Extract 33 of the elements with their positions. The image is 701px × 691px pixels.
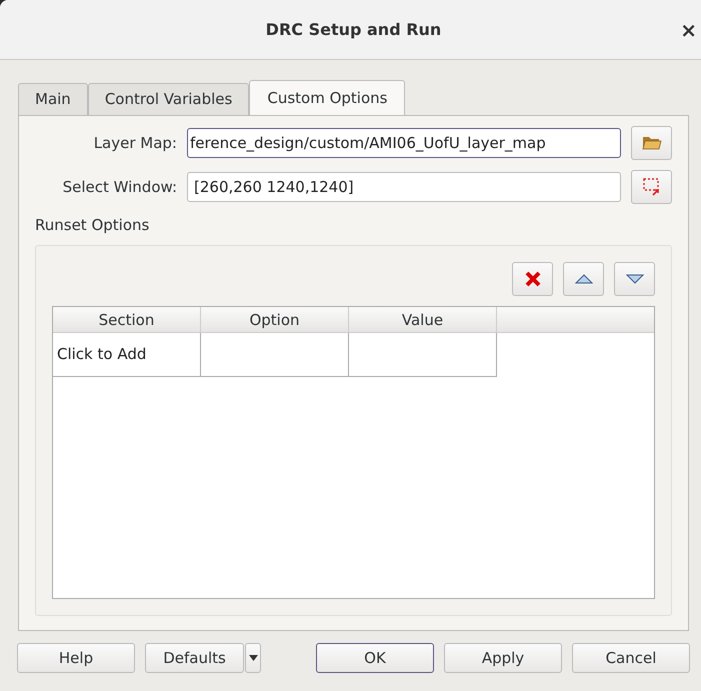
triangle-down-icon bbox=[626, 274, 644, 284]
triangle-up-icon bbox=[574, 274, 592, 284]
dialog-button[interactable]: Cancel bbox=[572, 643, 690, 673]
dialog-button[interactable]: Help bbox=[17, 643, 135, 673]
dropdown-button[interactable] bbox=[245, 643, 261, 673]
input-field[interactable]: [260,260 1240,1240] bbox=[187, 172, 621, 202]
input-field[interactable]: ference_design/custom/AMI06_UofU_layer_map bbox=[187, 128, 621, 158]
column-header[interactable]: Value bbox=[349, 306, 497, 332]
tab[interactable]: Control Variables bbox=[88, 83, 250, 115]
column-header[interactable]: Option bbox=[201, 306, 349, 332]
move-up-button[interactable] bbox=[563, 262, 604, 296]
delete-button[interactable] bbox=[512, 262, 553, 296]
tab[interactable]: Main bbox=[18, 83, 88, 115]
selection-icon bbox=[642, 177, 662, 197]
folder-icon bbox=[642, 135, 662, 151]
close-button[interactable]: × bbox=[680, 14, 697, 44]
dialog-button[interactable]: Apply bbox=[444, 643, 562, 673]
window-title: DRC Setup and Run bbox=[266, 18, 442, 40]
defaults-button[interactable]: Defaults bbox=[145, 643, 244, 673]
caret-icon bbox=[248, 655, 258, 661]
column-header[interactable]: Section bbox=[53, 306, 201, 332]
tab[interactable]: Custom Options bbox=[249, 80, 406, 115]
browse-button[interactable] bbox=[631, 170, 672, 204]
section-title: Runset Options bbox=[35, 215, 150, 236]
dialog-button[interactable]: OK bbox=[316, 643, 434, 673]
table-cell[interactable] bbox=[349, 332, 497, 376]
move-down-button[interactable] bbox=[614, 262, 655, 296]
field-label: Select Window: bbox=[62, 176, 177, 198]
delete-icon bbox=[524, 270, 540, 286]
browse-button[interactable] bbox=[631, 126, 672, 160]
field-label: Layer Map: bbox=[92, 132, 177, 154]
table-cell[interactable]: Click to Add bbox=[53, 332, 201, 376]
table-cell[interactable] bbox=[201, 332, 349, 376]
